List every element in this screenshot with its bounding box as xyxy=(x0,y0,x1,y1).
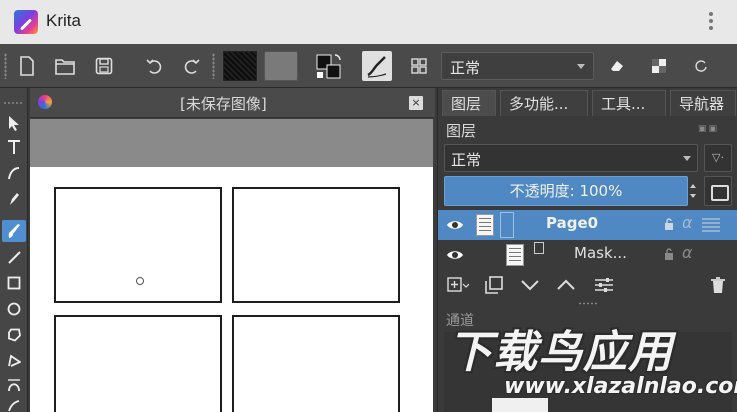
tab-tools[interactable]: 工具... xyxy=(592,90,666,116)
pen-nib-icon[interactable] xyxy=(2,188,26,210)
lock-icon[interactable] xyxy=(664,216,674,230)
move-layer-up-icon[interactable] xyxy=(554,274,578,296)
comic-panel xyxy=(232,187,400,303)
alpha-lock-icon[interactable]: α xyxy=(682,213,693,232)
brush-preset-icon[interactable] xyxy=(362,51,392,81)
mask-type-icon xyxy=(534,242,544,254)
toolbox xyxy=(0,88,28,412)
title-bar: Krita xyxy=(0,0,737,44)
layer-row[interactable]: Page0 α xyxy=(438,210,737,240)
krita-logo-icon xyxy=(14,10,38,34)
polyline-tool-icon[interactable] xyxy=(2,350,26,372)
channel-thumbnail xyxy=(492,398,548,412)
tab-navigator[interactable]: 导航器 xyxy=(670,90,736,116)
canvas-page[interactable] xyxy=(30,167,433,412)
layer-settings-icon[interactable] xyxy=(592,274,616,296)
layer-thumbnail xyxy=(476,214,494,236)
document-title: [未保存图像] xyxy=(180,95,267,113)
toolbar-grip[interactable] xyxy=(212,53,215,79)
line-tool-icon[interactable] xyxy=(2,246,26,268)
eye-icon[interactable] xyxy=(446,217,464,233)
freehand-path-icon[interactable] xyxy=(2,394,26,412)
text-tool-icon[interactable] xyxy=(2,136,26,158)
overflow-menu-icon[interactable] xyxy=(707,10,715,34)
document-header: [未保存图像] × xyxy=(30,88,435,118)
main-toolbar: 正常 xyxy=(0,44,737,88)
new-document-icon[interactable] xyxy=(14,51,40,81)
layer-name: Page0 xyxy=(546,214,599,232)
polygon-tool-icon[interactable] xyxy=(2,324,26,346)
toolbox-grip[interactable] xyxy=(2,92,26,114)
duplicate-layer-icon[interactable] xyxy=(482,274,506,296)
move-layer-down-icon[interactable] xyxy=(518,274,542,296)
reload-icon[interactable] xyxy=(686,51,716,81)
delete-layer-icon[interactable] xyxy=(706,274,730,296)
chevron-down-icon xyxy=(577,64,585,69)
docker-float-close-icon[interactable]: ▣▣ xyxy=(698,124,719,134)
rectangle-tool-icon[interactable] xyxy=(2,272,26,294)
layer-blend-mode-select[interactable]: 正常 xyxy=(444,144,698,172)
right-dock: 图层 多功能... 工具... 导航器 图层 ▣▣ 正常 ▽· 不透明度: 10… xyxy=(437,88,737,412)
document-window: [未保存图像] × xyxy=(30,88,435,412)
pattern-swatch[interactable] xyxy=(264,51,298,81)
layer-properties-icon[interactable] xyxy=(704,176,732,206)
alpha-lock-icon[interactable] xyxy=(644,51,674,81)
layer-row[interactable]: Mask... α xyxy=(438,240,737,270)
layer-name: Mask... xyxy=(574,244,627,262)
layer-blend-mode-value: 正常 xyxy=(451,151,482,169)
blend-mode-select[interactable]: 正常 xyxy=(441,52,594,80)
dock-splitter[interactable] xyxy=(578,302,598,305)
comic-panel xyxy=(54,187,222,303)
close-icon[interactable]: × xyxy=(409,96,423,110)
chevron-down-icon xyxy=(683,156,691,161)
lock-icon[interactable] xyxy=(664,246,674,260)
tab-multifunction[interactable]: 多功能... xyxy=(500,90,588,116)
calligraphy-tool-icon[interactable] xyxy=(2,162,26,184)
app-title: Krita xyxy=(46,11,81,30)
layers-docker-title: 图层 xyxy=(446,122,477,140)
open-folder-icon[interactable] xyxy=(52,51,78,81)
opacity-spinner[interactable] xyxy=(688,176,698,206)
undo-icon[interactable] xyxy=(141,51,167,81)
layer-actions-bar xyxy=(438,270,737,300)
channels-docker-title: 通道 xyxy=(446,313,474,329)
layer-mask-toggle-icon[interactable] xyxy=(500,212,514,238)
select-arrow-icon[interactable] xyxy=(2,112,26,134)
comic-panel xyxy=(54,315,222,412)
freehand-brush-icon[interactable] xyxy=(2,220,26,242)
channels-list xyxy=(444,332,732,412)
canvas-area[interactable] xyxy=(30,119,433,412)
inherit-alpha-icon[interactable] xyxy=(702,218,720,232)
ellipse-tool-icon[interactable] xyxy=(2,298,26,320)
toolbar-grip[interactable] xyxy=(4,53,7,79)
layer-thumbnail xyxy=(506,244,524,266)
bezier-tool-icon[interactable] xyxy=(2,374,26,396)
color-swap-icon[interactable] xyxy=(312,51,346,81)
layer-filter-icon[interactable]: ▽· xyxy=(704,144,732,172)
dock-tabs: 图层 多功能... 工具... 导航器 xyxy=(438,88,737,116)
save-icon[interactable] xyxy=(91,51,117,81)
tab-layers[interactable]: 图层 xyxy=(442,90,496,116)
workspace-grid-icon[interactable] xyxy=(404,51,434,81)
eraser-icon[interactable] xyxy=(602,51,632,81)
eye-icon[interactable] xyxy=(446,247,464,263)
blend-mode-value: 正常 xyxy=(450,59,481,77)
add-layer-icon[interactable] xyxy=(444,274,472,296)
gradient-swatch[interactable] xyxy=(223,51,257,81)
opacity-slider[interactable]: 不透明度: 100% xyxy=(444,176,688,206)
brush-cursor xyxy=(136,277,144,285)
document-icon xyxy=(38,95,52,109)
alpha-lock-icon[interactable]: α xyxy=(682,243,693,262)
comic-panel xyxy=(232,315,400,412)
redo-icon[interactable] xyxy=(179,51,205,81)
